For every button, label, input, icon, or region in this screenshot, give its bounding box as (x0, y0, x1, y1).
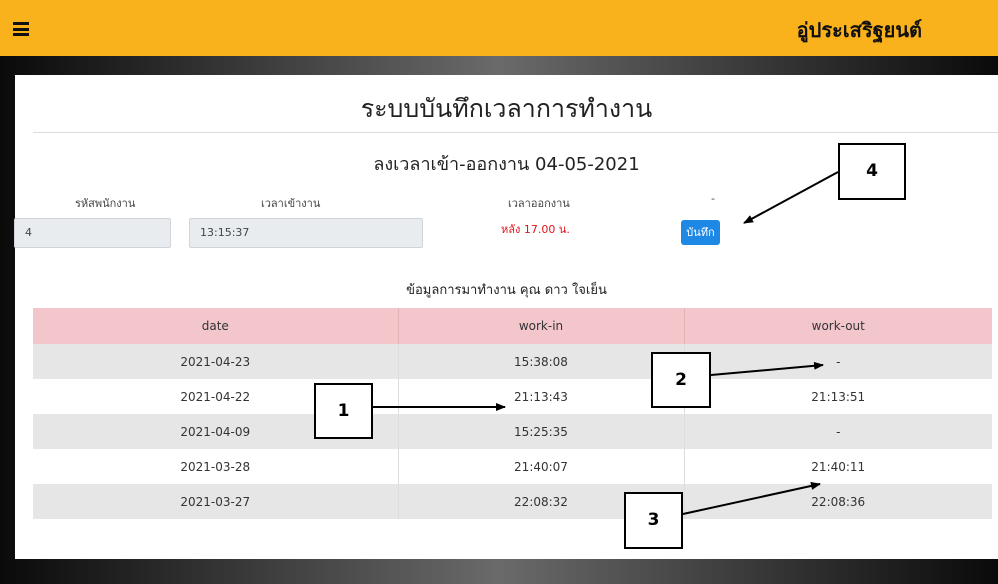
checkout-label: เวลาออกงาน (508, 197, 570, 210)
work-out-cell: 21:40:11 (811, 459, 866, 474)
annotation-box-3: 3 (624, 492, 683, 549)
top-navbar: อู่ประเสริฐยนต์ (0, 0, 998, 56)
table-row: 2021-03-28 21:40:07 21:40:11 (33, 449, 992, 484)
work-in-cell: 15:25:35 (398, 414, 685, 449)
table-row: 2021-03-27 22:08:32 22:08:36 (33, 484, 992, 519)
checkin-label: เวลาเข้างาน (261, 197, 321, 210)
brand-name: อู่ประเสริฐยนต์ (796, 18, 922, 42)
table-header-row: date work-in work-out (33, 308, 992, 344)
date-cell: 2021-03-28 (33, 449, 399, 484)
work-in-cell: 21:13:43 (398, 379, 685, 414)
annotation-box-1: 1 (314, 383, 373, 439)
status-dash: - (711, 192, 715, 205)
hamburger-menu-icon[interactable] (13, 22, 29, 36)
title-divider (33, 132, 998, 133)
work-in-cell: 15:38:08 (398, 344, 685, 379)
column-header-work-out: work-out (684, 308, 992, 344)
work-out-cell: - (836, 354, 841, 369)
employee-id-label: รหัสพนักงาน (75, 197, 136, 210)
work-out-cell: - (836, 424, 841, 439)
annotation-box-4: 4 (838, 143, 906, 200)
annotation-box-2: 2 (651, 352, 711, 408)
table-row: 2021-04-22 21:13:43 21:13:51 (33, 379, 992, 414)
work-out-cell: 22:08:36 (811, 494, 866, 509)
column-header-work-in: work-in (398, 308, 685, 344)
page-title: ระบบบันทึกเวลาการทำงาน (360, 94, 653, 123)
save-button[interactable]: บันทึก (681, 220, 720, 245)
column-header-date: date (33, 308, 399, 344)
table-row: 2021-04-23 15:38:08 - (33, 344, 992, 379)
table-caption: ข้อมูลการมาทำงาน คุณ ดาว ใจเย็น (406, 283, 607, 298)
work-in-cell: 21:40:07 (398, 449, 685, 484)
date-cell: 2021-04-23 (33, 344, 399, 379)
attendance-table: date work-in work-out 2021-04-23 15:38:0… (33, 308, 992, 519)
employee-id-field[interactable]: 4 (14, 218, 171, 248)
work-out-cell: 21:13:51 (811, 389, 866, 404)
table-row: 2021-04-09 15:25:35 - (33, 414, 992, 449)
date-cell: 2021-03-27 (33, 484, 399, 519)
checkout-note: หลัง 17.00 น. (501, 223, 570, 236)
checkin-time-field[interactable]: 13:15:37 (189, 218, 423, 248)
